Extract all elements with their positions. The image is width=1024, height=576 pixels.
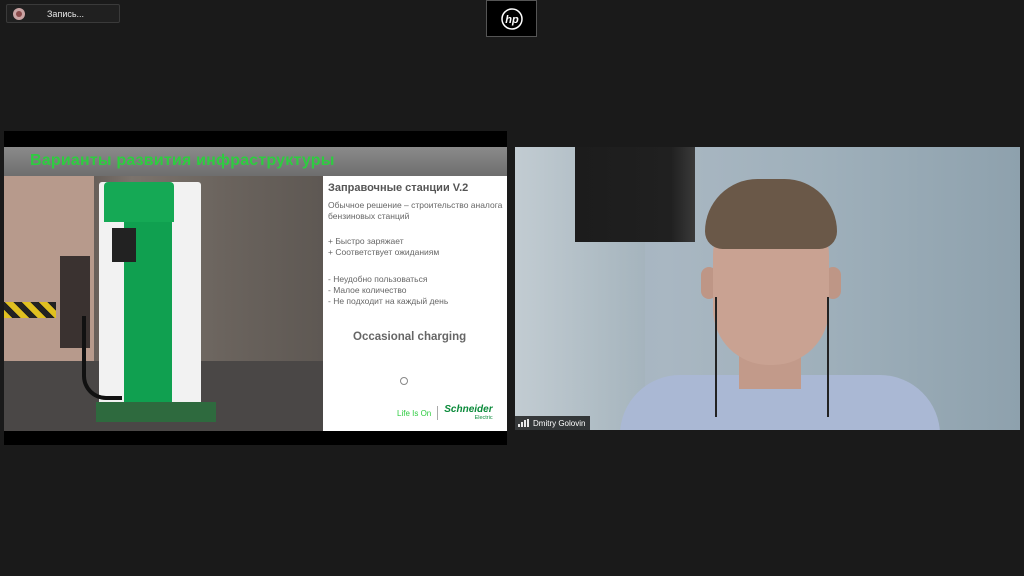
slide-title: Варианты развития инфраструктуры xyxy=(30,152,335,169)
con-item: - Малое количество xyxy=(328,285,407,295)
charging-cable xyxy=(82,316,122,400)
brand-logo: Life Is On Schneider Electric xyxy=(397,404,493,422)
presentation-slide: Варианты развития инфраструктуры Заправо… xyxy=(4,147,507,431)
participant-name: Dmitry Golovin xyxy=(533,418,586,428)
occasional-charging-label: Occasional charging xyxy=(353,331,467,343)
brand-name: Schneider xyxy=(444,404,493,415)
participant-video[interactable] xyxy=(515,147,1020,430)
hp-logo-overlay: hp xyxy=(486,0,537,37)
recording-indicator[interactable]: Запись... xyxy=(6,4,120,23)
recording-icon xyxy=(13,7,25,20)
life-is-on-text: Life Is On xyxy=(397,408,432,418)
station-description: Обычное решение – строительство аналога … xyxy=(328,200,503,221)
participant-name-tag: Dmitry Golovin xyxy=(515,416,591,430)
cons-list: - Неудобно пользоваться - Малое количест… xyxy=(328,274,448,307)
recording-label: Запись... xyxy=(47,8,85,19)
connection-signal-icon xyxy=(518,419,529,427)
schneider-logo-icon: Schneider Electric xyxy=(444,404,493,422)
brand-subname: Electric xyxy=(474,415,493,421)
svg-text:hp: hp xyxy=(505,14,519,26)
slide-header: Варианты развития инфраструктуры xyxy=(4,147,507,176)
earphone-cable xyxy=(715,297,717,417)
con-item: - Неудобно пользоваться xyxy=(328,274,428,284)
con-item: - Не подходит на каждый день xyxy=(328,296,449,306)
pros-list: + Быстро заряжает + Соответствует ожидан… xyxy=(328,236,439,258)
earphone-cable xyxy=(827,297,829,417)
pro-item: + Быстро заряжает xyxy=(328,236,404,246)
cursor-mark-icon xyxy=(400,377,408,385)
hp-logo-icon: hp xyxy=(500,7,523,30)
slide-text-panel: Заправочные станции V.2 Обычное решение … xyxy=(323,176,507,431)
station-title: Заправочные станции V.2 xyxy=(328,182,469,194)
charging-station-photo xyxy=(4,176,323,431)
shared-screen[interactable]: Варианты развития инфраструктуры Заправо… xyxy=(4,131,507,445)
pro-item: + Соответствует ожиданиям xyxy=(328,247,440,257)
